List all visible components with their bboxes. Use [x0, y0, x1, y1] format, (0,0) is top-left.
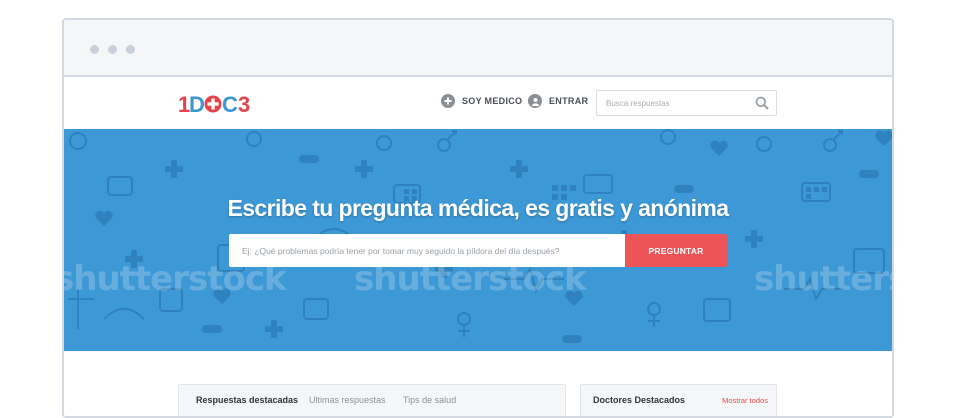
svg-text:3: 3 — [238, 93, 250, 115]
window-dot — [126, 45, 135, 54]
soy-medico-label: SOY MEDICO — [462, 96, 523, 106]
logo-mark: 1 D C 3 — [178, 92, 251, 117]
site-header: 1 D C 3 SOY MEDICO ENTRAR — [64, 77, 892, 129]
header-search — [596, 90, 777, 116]
tab-tips-de-salud[interactable]: Tips de salud — [403, 395, 456, 405]
hero-title: Escribe tu pregunta médica, es gratis y … — [227, 195, 730, 221]
search-icon[interactable] — [755, 96, 769, 115]
search-input[interactable] — [597, 91, 747, 115]
tab-ultimas-respuestas[interactable]: Ultimas respuestas — [309, 395, 386, 405]
entrar-label: ENTRAR — [549, 96, 589, 106]
answers-tabs: Respuestas destacadas Ultimas respuestas… — [178, 384, 566, 416]
window-dot — [108, 45, 117, 54]
browser-window: 1 D C 3 SOY MEDICO ENTRAR Busca respuest… — [62, 18, 894, 418]
show-all-link[interactable]: Mostrar todos — [722, 396, 768, 405]
plus-circle-icon — [441, 94, 455, 108]
site-logo[interactable]: 1 D C 3 — [178, 92, 254, 119]
soy-medico-link[interactable]: SOY MEDICO — [441, 94, 522, 108]
featured-doctors-panel: Doctores Destacados Mostrar todos — [580, 384, 777, 416]
user-circle-icon — [528, 94, 542, 108]
browser-chrome — [64, 20, 892, 77]
question-field — [229, 234, 626, 267]
hero-banner: shutterstock shutterstock shutterstock E… — [64, 129, 892, 351]
window-dot — [90, 45, 99, 54]
featured-doctors-title: Doctores Destacados — [593, 395, 686, 405]
watermark-text: shutterstock — [754, 259, 892, 299]
svg-text:D: D — [189, 93, 204, 115]
entrar-link[interactable]: ENTRAR — [528, 94, 588, 108]
main-content: Respuestas destacadas Ultimas respuestas… — [64, 351, 892, 416]
question-input[interactable] — [229, 234, 626, 267]
tab-respuestas-destacadas[interactable]: Respuestas destacadas — [196, 395, 298, 405]
preguntar-button[interactable]: PREGUNTAR — [625, 234, 727, 267]
svg-text:C: C — [222, 93, 238, 115]
